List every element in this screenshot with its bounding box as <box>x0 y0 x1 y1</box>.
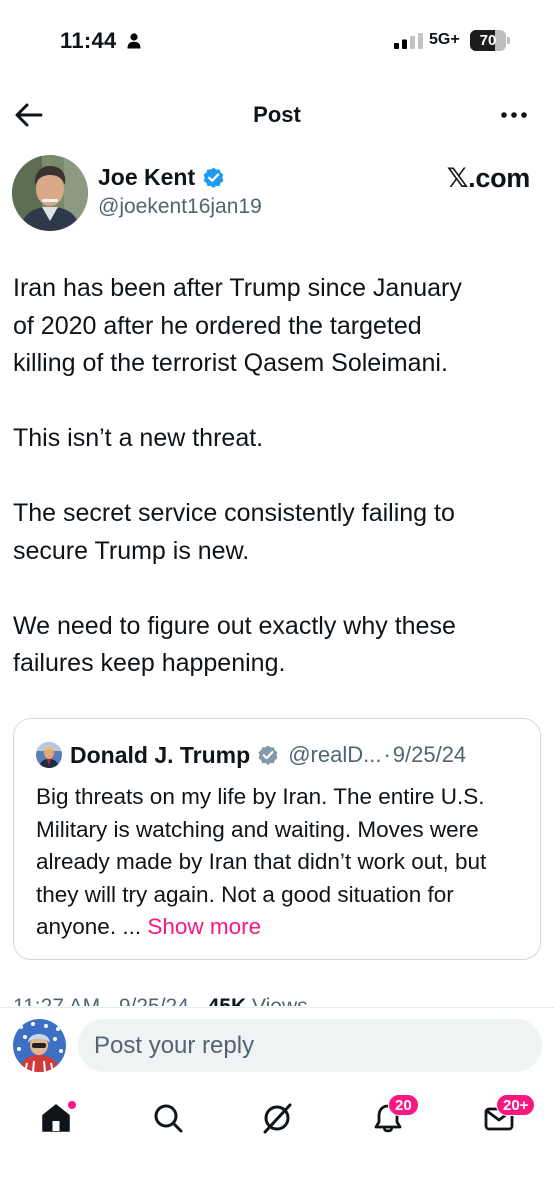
post-time: 11:27 AM <box>13 995 100 1006</box>
cellular-signal-icon <box>394 33 423 49</box>
grok-icon <box>263 1103 292 1134</box>
quoted-post-header: Donald J. Trump @realD... · 9/25/24 <box>36 739 466 771</box>
page-title: Post <box>253 102 301 127</box>
views-count: 45K <box>208 995 247 1006</box>
home-icon <box>42 1104 70 1132</box>
author-name-row: Joe Kent <box>98 162 226 192</box>
bottom-nav: 20 20+ <box>0 1090 554 1150</box>
notifications-badge: 20 <box>388 1094 419 1116</box>
post-date: 9/25/24 <box>119 995 189 1006</box>
status-bar: 11:44 5G+ 70 <box>0 0 554 84</box>
quoted-post-date: 9/25/24 <box>392 742 467 767</box>
post-text: Iran has been after Trump since January … <box>13 270 543 720</box>
more-horizontal-icon <box>501 112 527 118</box>
more-options-button[interactable] <box>496 102 532 128</box>
status-time: 11:44 <box>60 28 117 53</box>
quoted-author-avatar <box>36 742 62 768</box>
home-unread-dot <box>68 1101 76 1109</box>
quoted-author-handle: @realD... <box>288 742 382 767</box>
nav-notifications[interactable]: 20 <box>358 1090 419 1150</box>
battery-level: 70 <box>479 32 497 49</box>
separator-dot: · <box>383 742 391 767</box>
nav-search[interactable] <box>138 1090 198 1150</box>
author-handle[interactable]: @joekent16jan19 <box>98 195 262 219</box>
nav-grok[interactable] <box>247 1090 307 1150</box>
search-icon <box>154 1104 183 1133</box>
author-name[interactable]: Joe Kent <box>98 164 195 191</box>
quoted-author-name: Donald J. Trump <box>70 741 251 768</box>
person-icon <box>127 33 141 49</box>
post-paragraph: This isn’t a new threat. <box>13 424 264 452</box>
post-paragraph: Iran has been after Trump since January … <box>13 274 462 377</box>
verified-badge-icon <box>203 167 224 188</box>
reply-input[interactable] <box>78 1019 542 1072</box>
post-paragraph: We need to figure out exactly why these … <box>13 611 456 678</box>
messages-badge: 20+ <box>496 1094 536 1116</box>
quoted-text-body: Big threats on my life by Iran. The enti… <box>36 784 487 939</box>
source-watermark: 𝕏.com <box>446 163 531 193</box>
battery-icon: 70 <box>470 30 510 51</box>
network-type: 5G+ <box>429 31 460 48</box>
views-label: Views <box>252 995 308 1006</box>
nav-messages[interactable]: 20+ <box>469 1090 536 1150</box>
divider <box>0 1007 554 1008</box>
post-header: Post <box>0 90 554 140</box>
author-photo <box>12 155 88 231</box>
nav-home[interactable] <box>26 1090 86 1150</box>
post-paragraph: The secret service consistently failing … <box>13 499 455 565</box>
post-meta: 11:27 AM · 9/25/24 · 45K Views <box>13 994 433 1006</box>
user-avatar[interactable] <box>13 1019 66 1072</box>
author-avatar[interactable] <box>12 155 88 231</box>
quoted-post-card[interactable]: Donald J. Trump @realD... · 9/25/24 Big … <box>13 718 541 960</box>
gray-verified-badge-icon <box>258 745 278 765</box>
show-more-link[interactable]: Show more <box>147 914 261 939</box>
quoted-post-text: Big threats on my life by Iran. The enti… <box>36 781 526 944</box>
